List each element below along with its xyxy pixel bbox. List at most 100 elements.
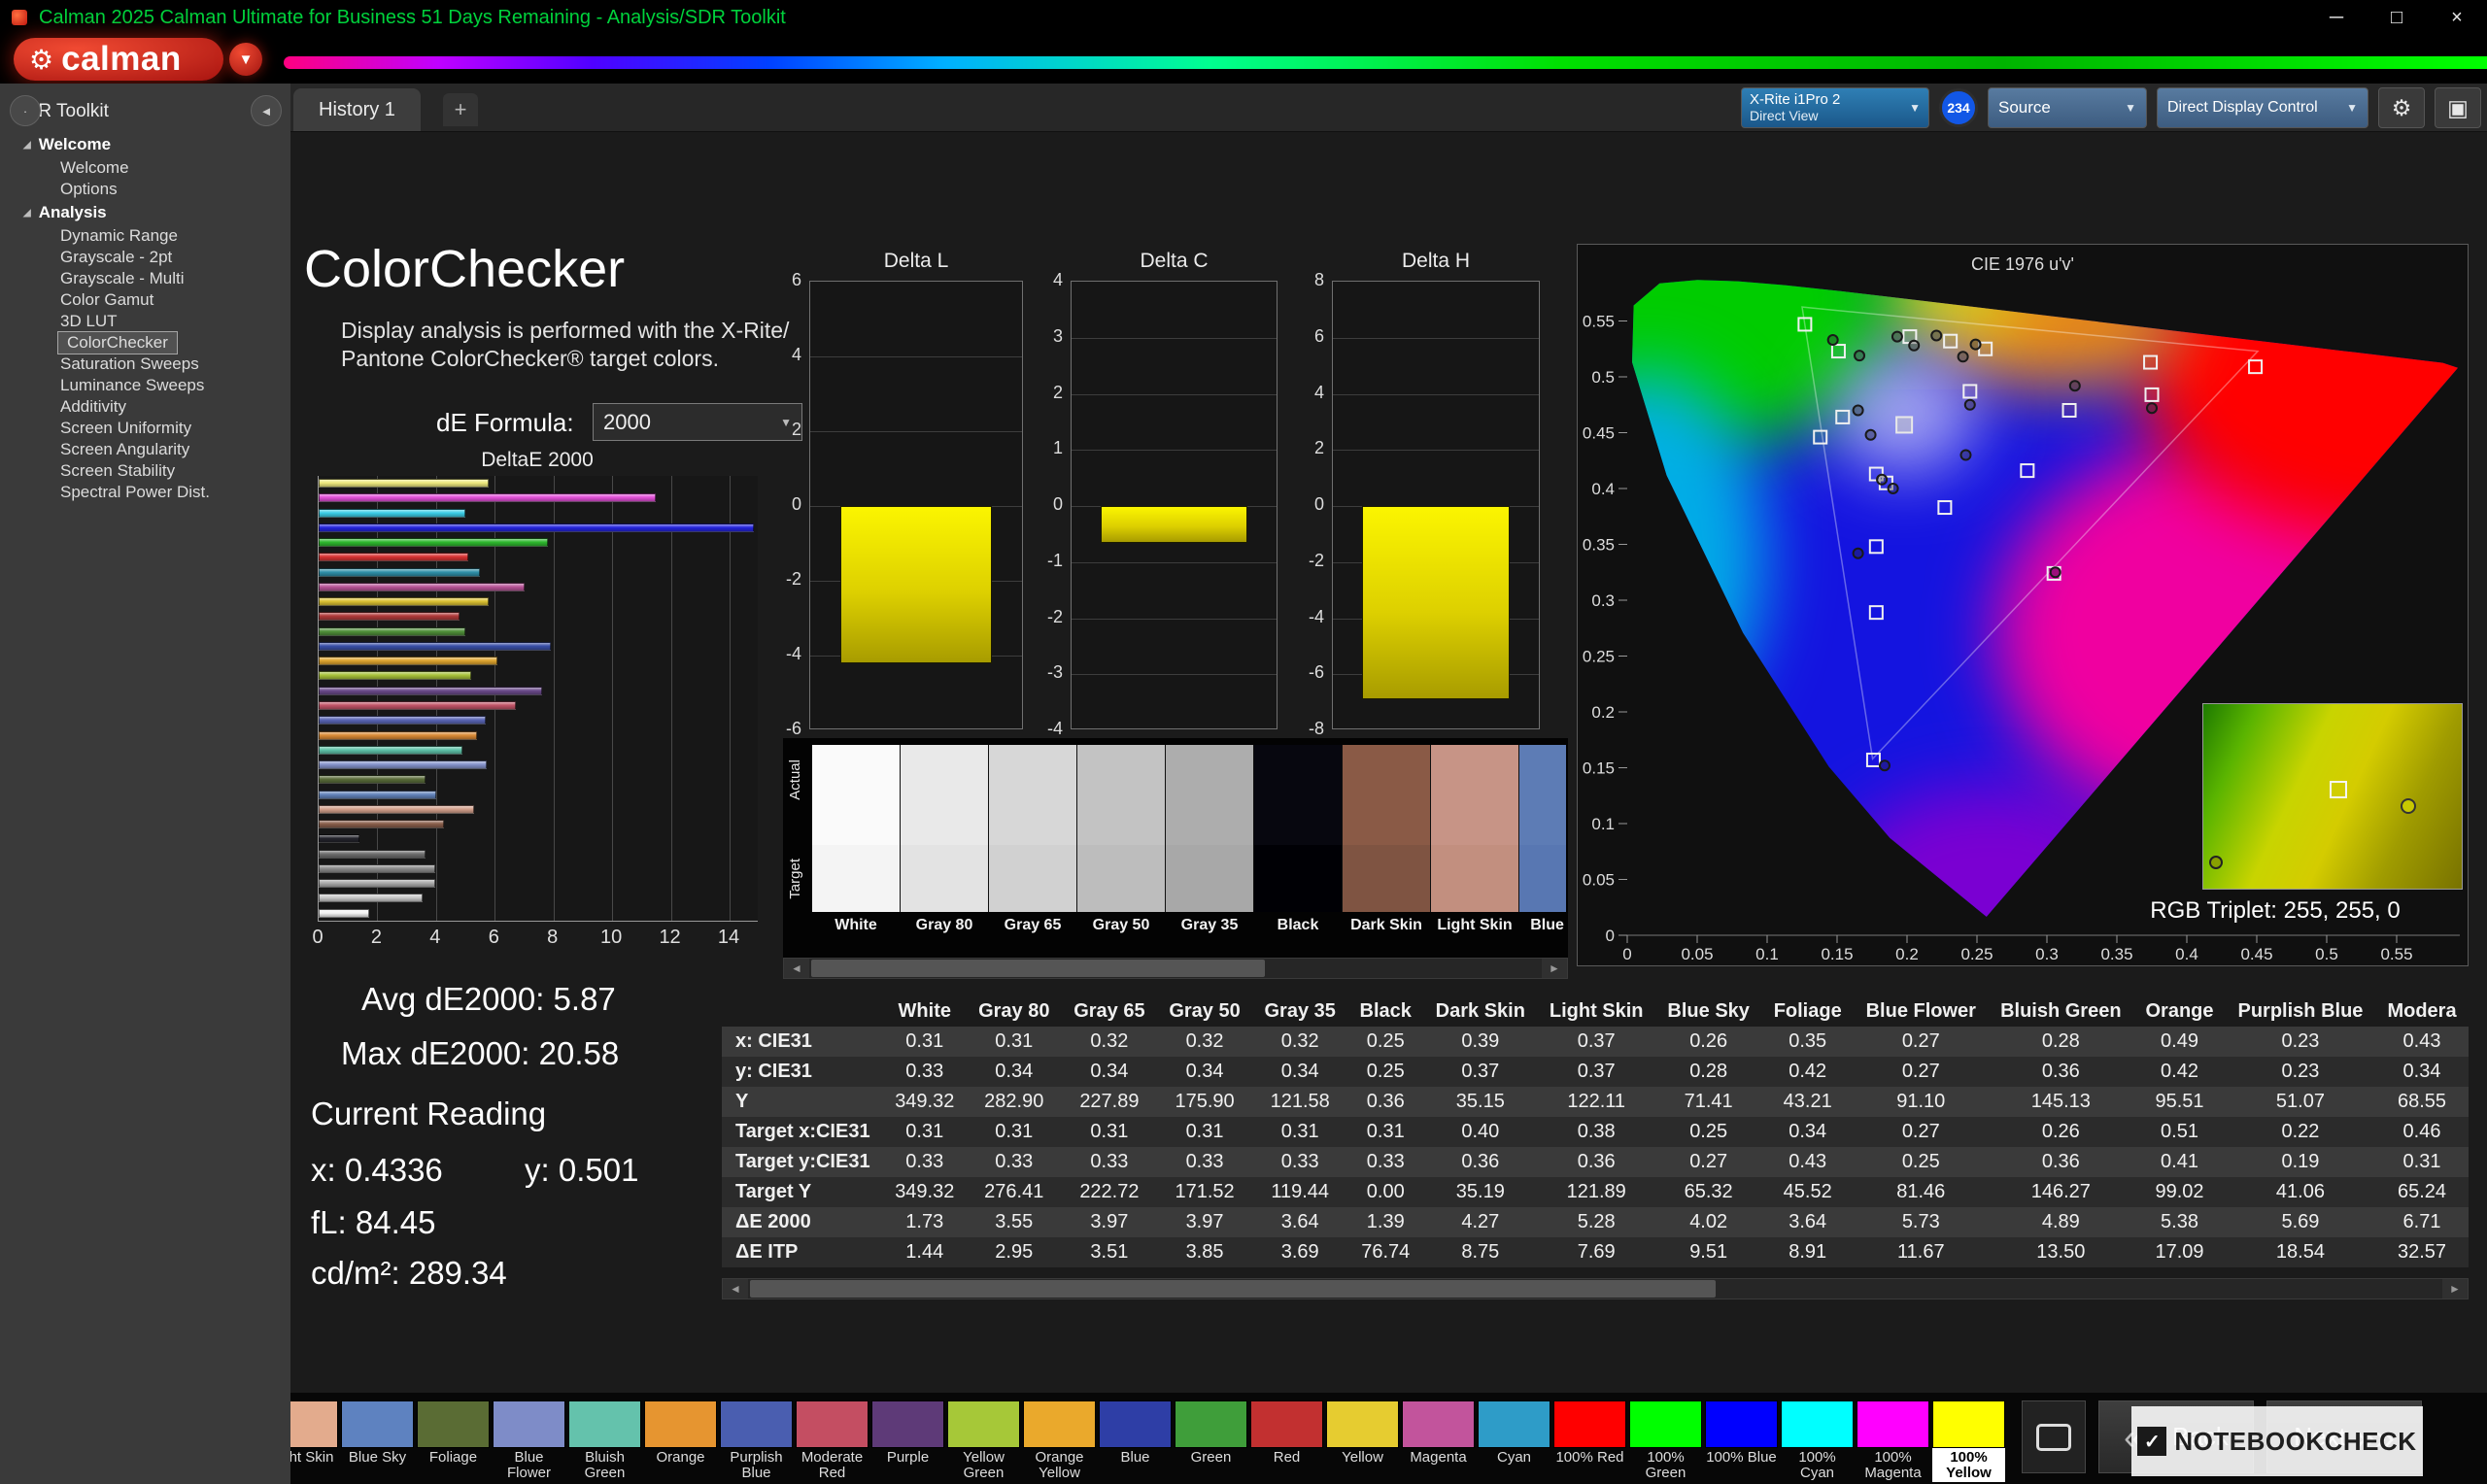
svg-text:0.15: 0.15 bbox=[1821, 945, 1853, 963]
table-cell: 122.11 bbox=[1537, 1087, 1655, 1117]
chevron-left-icon: ◄ bbox=[260, 104, 273, 118]
table-row-target-x-cie31: Target x:CIE310.310.310.310.310.310.310.… bbox=[722, 1117, 2469, 1147]
scroll-thumb[interactable] bbox=[750, 1280, 1716, 1298]
meter-dropdown[interactable]: X-Rite i1Pro 2 Direct View ▼ bbox=[1741, 87, 1929, 128]
workflow-tree: ◢WelcomeWelcomeOptions◢AnalysisDynamic R… bbox=[0, 132, 290, 503]
table-row-target-y-cie31: Target y:CIE310.330.330.330.330.330.330.… bbox=[722, 1147, 2469, 1177]
table-cell: 121.58 bbox=[1252, 1087, 1347, 1117]
patch-100-red[interactable]: 100% Red bbox=[1553, 1400, 1626, 1482]
swatch-light-skin bbox=[1431, 745, 1518, 912]
column-header-modera: Modera bbox=[2375, 995, 2469, 1027]
scroll-left-icon[interactable]: ◄ bbox=[784, 959, 809, 978]
sidebar-section-analysis[interactable]: ◢Analysis bbox=[0, 200, 290, 225]
patch-color bbox=[1932, 1400, 2005, 1448]
patch-green[interactable]: Green bbox=[1175, 1400, 1247, 1482]
table-cell: 5.69 bbox=[2226, 1207, 2375, 1237]
column-header-orange: Orange bbox=[2133, 995, 2226, 1027]
scroll-right-icon[interactable]: ► bbox=[1542, 959, 1567, 978]
scroll-right-icon[interactable]: ► bbox=[2442, 1279, 2468, 1298]
y-tick-label: 0 bbox=[1281, 494, 1324, 515]
calman-logo-text: calman bbox=[61, 40, 182, 79]
table-cell: 0.25 bbox=[1854, 1147, 1988, 1177]
patch-orange-yellow[interactable]: Orange Yellow bbox=[1023, 1400, 1096, 1482]
sidebar-item-screen-uniformity[interactable]: Screen Uniformity bbox=[0, 418, 290, 439]
sidebar-item-dynamic-range[interactable]: Dynamic Range bbox=[0, 225, 290, 247]
patch-purple[interactable]: Purple bbox=[871, 1400, 944, 1482]
page-description-line1: Display analysis is performed with the X… bbox=[341, 317, 789, 345]
sidebar-item-3d-lut[interactable]: 3D LUT bbox=[0, 311, 290, 332]
sidebar-item-additivity[interactable]: Additivity bbox=[0, 396, 290, 418]
patch-100-green[interactable]: 100% Green bbox=[1629, 1400, 1702, 1482]
sidebar-item-screen-angularity[interactable]: Screen Angularity bbox=[0, 439, 290, 460]
sidebar-item-saturation-sweeps[interactable]: Saturation Sweeps bbox=[0, 354, 290, 375]
settings-button[interactable]: ⚙ bbox=[2378, 87, 2425, 128]
patch-yellow[interactable]: Yellow bbox=[1326, 1400, 1399, 1482]
pattern-window-button[interactable] bbox=[2022, 1400, 2086, 1473]
swatch-actual bbox=[989, 745, 1076, 845]
sidebar-item-luminance-sweeps[interactable]: Luminance Sweeps bbox=[0, 375, 290, 396]
calman-logo[interactable]: ⚙ calman bbox=[14, 38, 223, 81]
patch-100-cyan[interactable]: 100% Cyan bbox=[1781, 1400, 1854, 1482]
table-cell: 0.32 bbox=[1157, 1027, 1252, 1057]
patch-magenta[interactable]: Magenta bbox=[1402, 1400, 1475, 1482]
patch-foliage[interactable]: Foliage bbox=[417, 1400, 490, 1482]
gridline bbox=[810, 356, 1022, 357]
table-cell: 5.38 bbox=[2133, 1207, 2226, 1237]
patch-orange[interactable]: Orange bbox=[644, 1400, 717, 1482]
sidebar-status-icon[interactable]: · bbox=[10, 95, 41, 126]
patch-100-yellow[interactable]: 100% Yellow bbox=[1932, 1400, 2005, 1482]
chevron-down-icon: ▼ bbox=[1909, 101, 1921, 115]
main-menu-button[interactable]: ▼ bbox=[229, 43, 262, 76]
patch-bluish-green[interactable]: Bluish Green bbox=[568, 1400, 641, 1482]
sidebar-collapse-button[interactable]: ◄ bbox=[251, 95, 282, 126]
sidebar-item-screen-stability[interactable]: Screen Stability bbox=[0, 460, 290, 482]
table-cell: 0.33 bbox=[883, 1057, 967, 1087]
deltae-bar-gray-65 bbox=[319, 879, 435, 888]
y-tick-label: 0 bbox=[1020, 494, 1063, 515]
patch-100-blue[interactable]: 100% Blue bbox=[1705, 1400, 1778, 1482]
table-cell: 0.36 bbox=[1989, 1147, 2134, 1177]
patch-100-magenta[interactable]: 100% Magenta bbox=[1857, 1400, 1929, 1482]
scroll-track[interactable] bbox=[748, 1279, 2442, 1298]
layout-button[interactable]: ▣ bbox=[2435, 87, 2481, 128]
sidebar-item-spectral-power-dist[interactable]: Spectral Power Dist. bbox=[0, 482, 290, 503]
table-cell: 0.38 bbox=[1537, 1117, 1655, 1147]
display-control-dropdown[interactable]: Direct Display Control ▼ bbox=[2157, 87, 2368, 128]
patch-light-skin[interactable]: Light Skin bbox=[290, 1400, 338, 1482]
meter-count-badge[interactable]: 234 bbox=[1939, 88, 1978, 127]
patch-moderate-red[interactable]: Moderate Red bbox=[796, 1400, 869, 1482]
patch-purplish-blue[interactable]: Purplish Blue bbox=[720, 1400, 793, 1482]
y-tick-label: -8 bbox=[1281, 719, 1324, 739]
add-tab-button[interactable]: + bbox=[443, 93, 478, 126]
patch-blue[interactable]: Blue bbox=[1099, 1400, 1172, 1482]
tab-history-1[interactable]: History 1 bbox=[293, 88, 421, 131]
patch-blue-sky[interactable]: Blue Sky bbox=[341, 1400, 414, 1482]
patch-blue-flower[interactable]: Blue Flower bbox=[493, 1400, 565, 1482]
sidebar-item-grayscale-multi[interactable]: Grayscale - Multi bbox=[0, 268, 290, 289]
patch-cyan[interactable]: Cyan bbox=[1478, 1400, 1550, 1482]
sidebar-item-welcome[interactable]: Welcome bbox=[0, 157, 290, 179]
table-scrollbar[interactable]: ◄ ► bbox=[722, 1278, 2469, 1299]
sidebar-section-welcome[interactable]: ◢Welcome bbox=[0, 132, 290, 157]
close-button[interactable]: × bbox=[2427, 0, 2487, 35]
swatch-scrollbar[interactable]: ◄ ► bbox=[783, 958, 1568, 979]
patch-yellow-green[interactable]: Yellow Green bbox=[947, 1400, 1020, 1482]
table-cell: 0.34 bbox=[1062, 1057, 1157, 1087]
pattern-icon bbox=[2036, 1424, 2071, 1451]
scroll-thumb[interactable] bbox=[811, 960, 1265, 977]
sidebar-item-options[interactable]: Options bbox=[0, 179, 290, 200]
minimize-button[interactable]: ─ bbox=[2306, 0, 2367, 35]
row-label: ΔE 2000 bbox=[722, 1207, 883, 1237]
sidebar-item-grayscale-2pt[interactable]: Grayscale - 2pt bbox=[0, 247, 290, 268]
scroll-track[interactable] bbox=[809, 959, 1542, 978]
column-header-gray-65: Gray 65 bbox=[1062, 995, 1157, 1027]
scroll-left-icon[interactable]: ◄ bbox=[723, 1279, 748, 1298]
source-dropdown[interactable]: Source ▼ bbox=[1988, 87, 2147, 128]
maximize-button[interactable]: □ bbox=[2367, 0, 2427, 35]
delta-c-title: Delta C bbox=[1071, 250, 1278, 273]
patch-red[interactable]: Red bbox=[1250, 1400, 1323, 1482]
sidebar-item-color-gamut[interactable]: Color Gamut bbox=[0, 289, 290, 311]
table-cell: 0.26 bbox=[1655, 1027, 1761, 1057]
sidebar-item-colorchecker[interactable]: ColorChecker bbox=[58, 332, 177, 354]
table-cell: 0.26 bbox=[1989, 1117, 2134, 1147]
